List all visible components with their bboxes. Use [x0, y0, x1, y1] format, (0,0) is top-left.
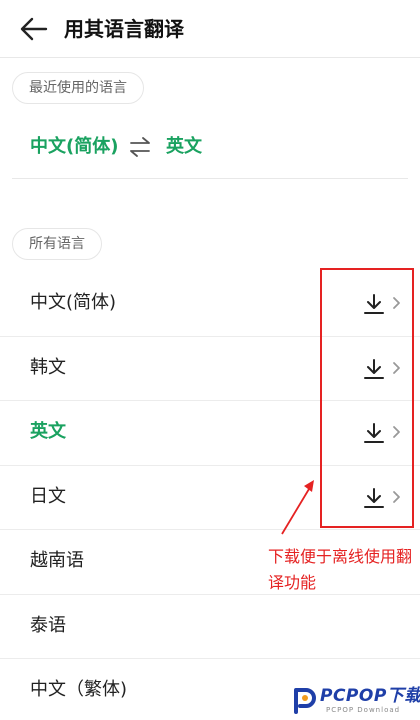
- all-languages-chip: 所有语言: [12, 228, 102, 260]
- pcpop-logo-icon: [294, 688, 316, 714]
- language-label: 越南语: [30, 550, 84, 571]
- recent-target-language[interactable]: 英文: [166, 134, 202, 160]
- language-label: 韩文: [30, 356, 66, 378]
- watermark-brand: PCPOP下载: [320, 686, 420, 706]
- annotation-text: 下载便于离线使用翻译功能: [268, 547, 413, 592]
- recent-source-language[interactable]: 中文(简体): [30, 134, 118, 160]
- language-label-selected: 英文: [30, 421, 66, 442]
- page-title: 用其语言翻译: [64, 17, 184, 41]
- recent-divider: [12, 178, 408, 179]
- annotation-arrow-icon: [281, 480, 314, 535]
- language-label: 泰语: [30, 614, 66, 636]
- list-item[interactable]: 泰语: [0, 595, 420, 659]
- language-label: 日文: [30, 485, 66, 507]
- language-label: 中文(简体): [30, 292, 117, 313]
- recent-language-pair[interactable]: 中文(简体) 英文: [0, 122, 420, 174]
- back-arrow-icon: [20, 17, 48, 41]
- recent-languages-chip: 最近使用的语言: [12, 72, 144, 104]
- swap-languages-button[interactable]: [128, 135, 152, 159]
- watermark: PCPOP下载 PCPOP Download: [290, 682, 420, 718]
- back-button[interactable]: [18, 15, 50, 43]
- top-bar: 用其语言翻译: [0, 0, 420, 58]
- swap-icon: [130, 137, 150, 157]
- highlight-box: [320, 268, 414, 528]
- language-label: 中文（繁体): [30, 679, 128, 700]
- watermark-subtext: PCPOP Download: [326, 706, 401, 714]
